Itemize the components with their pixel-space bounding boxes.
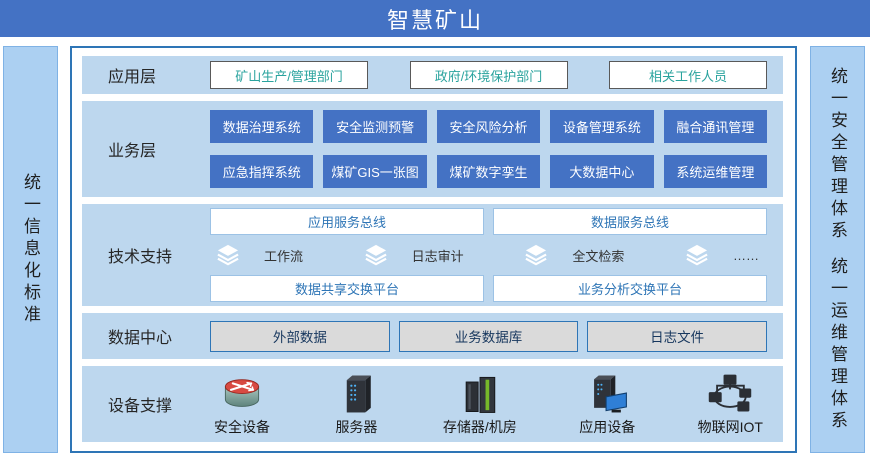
app-device-icon: [583, 372, 631, 416]
layer-application-label: 应用层: [82, 63, 210, 87]
architecture-frame: 应用层 矿山生产/管理部门 政府/环境保护部门 相关工作人员 业务层 数据治理系…: [70, 46, 797, 453]
data-item-business-database: 业务数据库: [399, 321, 579, 352]
layer-data-center: 数据中心 外部数据 业务数据库 日志文件: [82, 313, 783, 359]
business-item-safety-monitoring: 安全监测预警: [323, 110, 426, 143]
device-iot: 物联网IOT: [698, 372, 763, 437]
device-server: 服务器: [332, 372, 380, 437]
middleware-workflow-label: 工作流: [264, 246, 303, 265]
tech-business-analysis-platform: 业务分析交换平台: [493, 275, 767, 302]
firewall-icon: [218, 372, 266, 416]
application-item-related-staff: 相关工作人员: [609, 61, 767, 89]
tech-middleware-row: 工作流 日志审计 全文检索: [210, 243, 767, 267]
layer-tech-support: 技术支持 应用服务总线 数据服务总线 工作流: [82, 204, 783, 306]
middleware-log-audit: 日志审计: [364, 244, 464, 266]
tech-data-sharing-platform: 数据共享交换平台: [210, 275, 484, 302]
middleware-workflow: 工作流: [216, 244, 303, 266]
title-banner: 智慧矿山: [0, 0, 870, 37]
business-item-emergency-command: 应急指挥系统: [210, 155, 313, 188]
business-item-big-data-center: 大数据中心: [550, 155, 653, 188]
business-item-gis-map: 煤矿GIS一张图: [323, 155, 426, 188]
right-sidebar-label-ops: 统一运维管理体系: [829, 257, 846, 433]
server-icon: [332, 372, 380, 416]
device-iot-label: 物联网IOT: [698, 417, 763, 437]
right-sidebar-label-security: 统一安全管理体系: [829, 67, 846, 243]
application-items: 矿山生产/管理部门 政府/环境保护部门 相关工作人员: [210, 61, 767, 89]
device-server-label: 服务器: [335, 417, 377, 437]
right-sidebar-management-systems: 统一安全管理体系 统一运维管理体系: [810, 46, 865, 453]
application-item-mine-production: 矿山生产/管理部门: [210, 61, 368, 89]
middleware-fulltext-search-label: 全文检索: [572, 246, 624, 265]
layers-icon: [685, 244, 709, 266]
layer-tech-label: 技术支持: [82, 243, 210, 267]
device-application-label: 应用设备: [579, 417, 635, 437]
business-items: 数据治理系统 安全监测预警 安全风险分析 设备管理系统 融合通讯管理 应急指挥系…: [210, 110, 767, 188]
tech-platform-row: 数据共享交换平台 业务分析交换平台: [210, 275, 767, 302]
device-application: 应用设备: [579, 372, 635, 437]
device-security-label: 安全设备: [214, 417, 270, 437]
layer-business-label: 业务层: [82, 137, 210, 161]
layer-device-support: 设备支撑 安全设备: [82, 366, 783, 442]
business-row-2: 应急指挥系统 煤矿GIS一张图 煤矿数字孪生 大数据中心 系统运维管理: [210, 155, 767, 188]
tech-items: 应用服务总线 数据服务总线 工作流: [210, 208, 767, 302]
business-item-risk-analysis: 安全风险分析: [437, 110, 540, 143]
iot-icon: [706, 372, 754, 416]
page-title: 智慧矿山: [387, 3, 483, 35]
tech-bus-row: 应用服务总线 数据服务总线: [210, 208, 767, 235]
layer-data-center-label: 数据中心: [82, 324, 210, 348]
data-center-items: 外部数据 业务数据库 日志文件: [210, 321, 767, 352]
layer-application: 应用层 矿山生产/管理部门 政府/环境保护部门 相关工作人员: [82, 56, 783, 94]
layer-business: 业务层 数据治理系统 安全监测预警 安全风险分析 设备管理系统 融合通讯管理 应…: [82, 101, 783, 197]
layers-icon: [216, 244, 240, 266]
middleware-fulltext-search: 全文检索: [524, 244, 624, 266]
business-item-data-governance: 数据治理系统: [210, 110, 313, 143]
left-sidebar-label: 统一信息化标准: [22, 173, 39, 327]
business-item-equipment-mgmt: 设备管理系统: [550, 110, 653, 143]
device-items: 安全设备 服务器: [210, 372, 767, 437]
business-item-comms-mgmt: 融合通讯管理: [664, 110, 767, 143]
business-row-1: 数据治理系统 安全监测预警 安全风险分析 设备管理系统 融合通讯管理: [210, 110, 767, 143]
middleware-ellipsis: ……: [685, 244, 759, 266]
middleware-ellipsis-label: ……: [733, 248, 759, 263]
middleware-log-audit-label: 日志审计: [412, 246, 464, 265]
tech-app-service-bus: 应用服务总线: [210, 208, 484, 235]
device-security: 安全设备: [214, 372, 270, 437]
business-item-system-ops: 系统运维管理: [664, 155, 767, 188]
layer-device-label: 设备支撑: [82, 392, 210, 416]
storage-icon: [456, 372, 504, 416]
data-item-external-data: 外部数据: [210, 321, 390, 352]
left-sidebar-unified-info-standard: 统一信息化标准: [3, 46, 58, 453]
application-item-government-env: 政府/环境保护部门: [410, 61, 568, 89]
data-item-log-files: 日志文件: [587, 321, 767, 352]
layers-icon: [364, 244, 388, 266]
business-item-digital-twin: 煤矿数字孪生: [437, 155, 540, 188]
tech-data-service-bus: 数据服务总线: [493, 208, 767, 235]
device-storage: 存储器/机房: [443, 372, 517, 437]
layers-icon: [524, 244, 548, 266]
device-storage-label: 存储器/机房: [443, 417, 517, 437]
